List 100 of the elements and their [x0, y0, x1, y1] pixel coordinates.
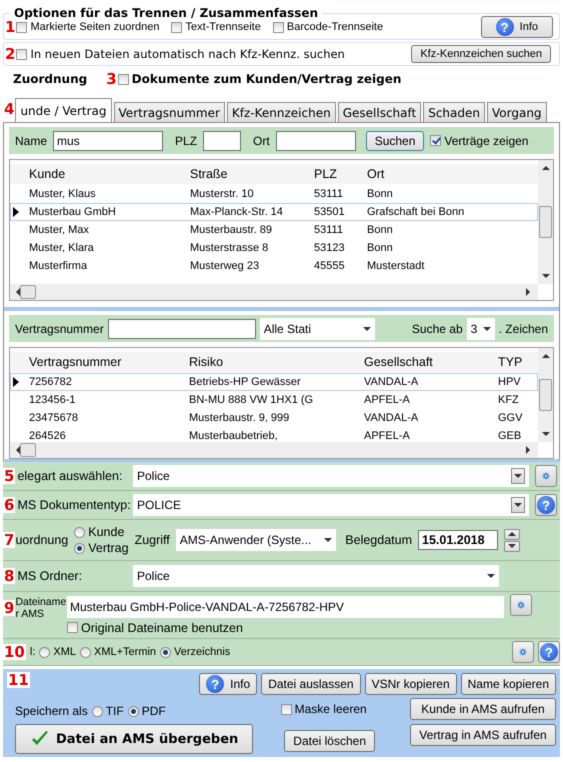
- annotation-number: 1: [4, 19, 16, 35]
- access-dropdown[interactable]: AMS-Anwender (Syste...: [176, 529, 336, 551]
- table-row[interactable]: Musterbau GmbH Max-Planck-Str. 14 53501 Grafschaft bei Bonn: [10, 203, 538, 221]
- count-dropdown[interactable]: 3: [466, 318, 495, 340]
- tab[interactable]: Vorgang: [487, 102, 547, 122]
- checkbox[interactable]: [118, 74, 129, 84]
- scroll-right-icon: [526, 288, 530, 296]
- table-row[interactable]: 7256782 Betriebs-HP Gewässer VANDAL-A HPV: [10, 373, 538, 391]
- radio-button[interactable]: [74, 542, 86, 554]
- table-row[interactable]: 23475678 Musterbaustr. 9, 999 VANDAL-A GGV: [10, 409, 538, 427]
- tab[interactable]: Vertragsnummer: [114, 102, 225, 122]
- action-button[interactable]: Name kopieren: [460, 673, 556, 695]
- checkbox[interactable]: [280, 704, 292, 714]
- field-label: MS Ordner:: [17, 569, 82, 583]
- info-button[interactable]: ? Info: [480, 16, 553, 38]
- radio-label: XML+Termin: [94, 646, 156, 658]
- action-button[interactable]: Kunde in AMS aufrufen: [410, 698, 556, 720]
- column-header[interactable]: PLZ: [310, 167, 363, 181]
- checkbox[interactable]: [16, 48, 28, 60]
- checkbox[interactable]: [67, 622, 78, 633]
- table-row[interactable]: Muster, Max Musterbaustr. 89 53111 Bonn: [10, 221, 538, 239]
- column-header[interactable]: Vertragsnummer: [25, 355, 185, 369]
- table-row[interactable]: 123456-1 BN-MU 888 VW 1HX1 (G APFEL-A KFZ: [10, 391, 538, 409]
- table-row[interactable]: 264526 Musterbaubetrieb, APFEL-A GEB: [10, 427, 538, 445]
- settings-button[interactable]: [535, 465, 557, 487]
- checkbox[interactable]: [272, 22, 284, 32]
- scrollbar-thumb[interactable]: [20, 443, 36, 457]
- settings-button[interactable]: [512, 641, 534, 663]
- input-field[interactable]: mus: [53, 130, 164, 150]
- checkbox-label: In neuen Dateien automatisch nach Kfz-Kennz. suchen: [30, 47, 345, 61]
- action-button[interactable]: Datei auslassen: [261, 673, 361, 695]
- table-cell-text: Bonn: [366, 188, 394, 200]
- spin-up-button[interactable]: [504, 528, 520, 540]
- scroll-up-icon: [542, 166, 550, 170]
- radio-button[interactable]: [92, 706, 103, 716]
- dropdown[interactable]: Police: [133, 565, 499, 587]
- field-label: Vertragsnummer: [15, 322, 104, 336]
- table-cell-text: HPV: [497, 376, 522, 388]
- table-cell-text: 53111: [313, 188, 344, 200]
- input-field[interactable]: Musterbau GmbH-Police-VANDAL-A-7256782-HPV: [67, 596, 504, 618]
- annotation-number: 3: [105, 71, 118, 87]
- delete-button[interactable]: Datei löschen: [284, 730, 376, 752]
- column-header[interactable]: Kunde: [25, 167, 186, 181]
- dropdown[interactable]: Police: [133, 465, 529, 487]
- date-field[interactable]: 15.01.2018: [418, 530, 498, 550]
- tab[interactable]: Kfz-Kennzeichen: [226, 102, 336, 122]
- status-dropdown[interactable]: Alle Stati: [260, 318, 375, 340]
- submit-button[interactable]: Datei an AMS übergeben: [15, 724, 254, 754]
- column-header[interactable]: TYP: [494, 355, 537, 369]
- settings-button[interactable]: [510, 594, 532, 616]
- annotation-number: 11: [7, 672, 30, 688]
- arrow-up-icon: [508, 532, 516, 536]
- dropdown[interactable]: POLICE: [133, 494, 529, 516]
- checkbox[interactable]: [430, 135, 442, 146]
- radio-label: PDF: [142, 704, 166, 718]
- annotation-number: 8: [3, 568, 16, 584]
- horizontal-scrollbar[interactable]: [10, 442, 538, 458]
- horizontal-scrollbar[interactable]: [10, 284, 538, 300]
- input-field[interactable]: [203, 130, 242, 150]
- search-button[interactable]: Kfz-Kennzeichen suchen: [411, 45, 551, 63]
- tab[interactable]: Schaden: [423, 102, 485, 122]
- scrollbar-thumb[interactable]: [20, 285, 36, 299]
- column-header[interactable]: Risiko: [185, 355, 360, 369]
- radio-button[interactable]: [128, 706, 139, 716]
- radio-button[interactable]: [39, 646, 50, 658]
- dropdown-arrow-icon: [483, 326, 492, 330]
- checkbox[interactable]: [171, 22, 182, 32]
- search-button[interactable]: Suchen: [366, 130, 424, 150]
- checkbox-label: Dokumente zum Kunden/Vertrag zeigen: [132, 72, 402, 86]
- vertical-scrollbar[interactable]: [538, 348, 553, 442]
- column-header[interactable]: Gesellschaft: [360, 355, 494, 369]
- scrollbar-thumb[interactable]: [539, 379, 552, 411]
- table-row[interactable]: Muster, Klara Musterstrasse 8 53123 Bonn: [10, 239, 538, 257]
- checkbox-label: Barcode-Trennseite: [286, 21, 384, 33]
- vertical-scrollbar[interactable]: [538, 160, 553, 284]
- radio-label: TIF: [106, 704, 124, 718]
- column-header[interactable]: Straße: [186, 167, 310, 181]
- table-row[interactable]: Musterfirma Musterweg 23 45555 Musterstadt: [10, 257, 538, 275]
- input-field[interactable]: [108, 318, 256, 338]
- tab[interactable]: Gesellschaft: [338, 102, 422, 122]
- radio-label: Kunde: [88, 525, 124, 539]
- table-cell-text: Betriebs-HP Gewässer: [188, 376, 302, 388]
- checkbox[interactable]: [16, 22, 28, 32]
- checkbox-label: Text-Trennseite: [185, 21, 261, 33]
- tab[interactable]: unde / Vertrag: [15, 98, 112, 122]
- radio-button[interactable]: [80, 646, 91, 658]
- column-header[interactable]: Ort: [363, 167, 537, 181]
- table-cell-text: Muster, Klaus: [28, 188, 97, 200]
- scroll-down-icon: [542, 274, 550, 278]
- radio-label: XML: [53, 646, 76, 658]
- info-button[interactable]: ? Info: [199, 673, 258, 695]
- spin-down-button[interactable]: [504, 540, 520, 552]
- scroll-up-icon: [542, 354, 550, 358]
- radio-button[interactable]: [74, 526, 86, 538]
- radio-button[interactable]: [160, 646, 172, 658]
- input-field[interactable]: [276, 130, 356, 150]
- scrollbar-thumb[interactable]: [539, 206, 552, 238]
- table-row[interactable]: Muster, Klaus Musterstr. 10 53111 Bonn: [10, 185, 538, 203]
- action-button[interactable]: VSNr kopieren: [364, 673, 457, 695]
- action-button[interactable]: Vertrag in AMS aufrufen: [410, 724, 556, 746]
